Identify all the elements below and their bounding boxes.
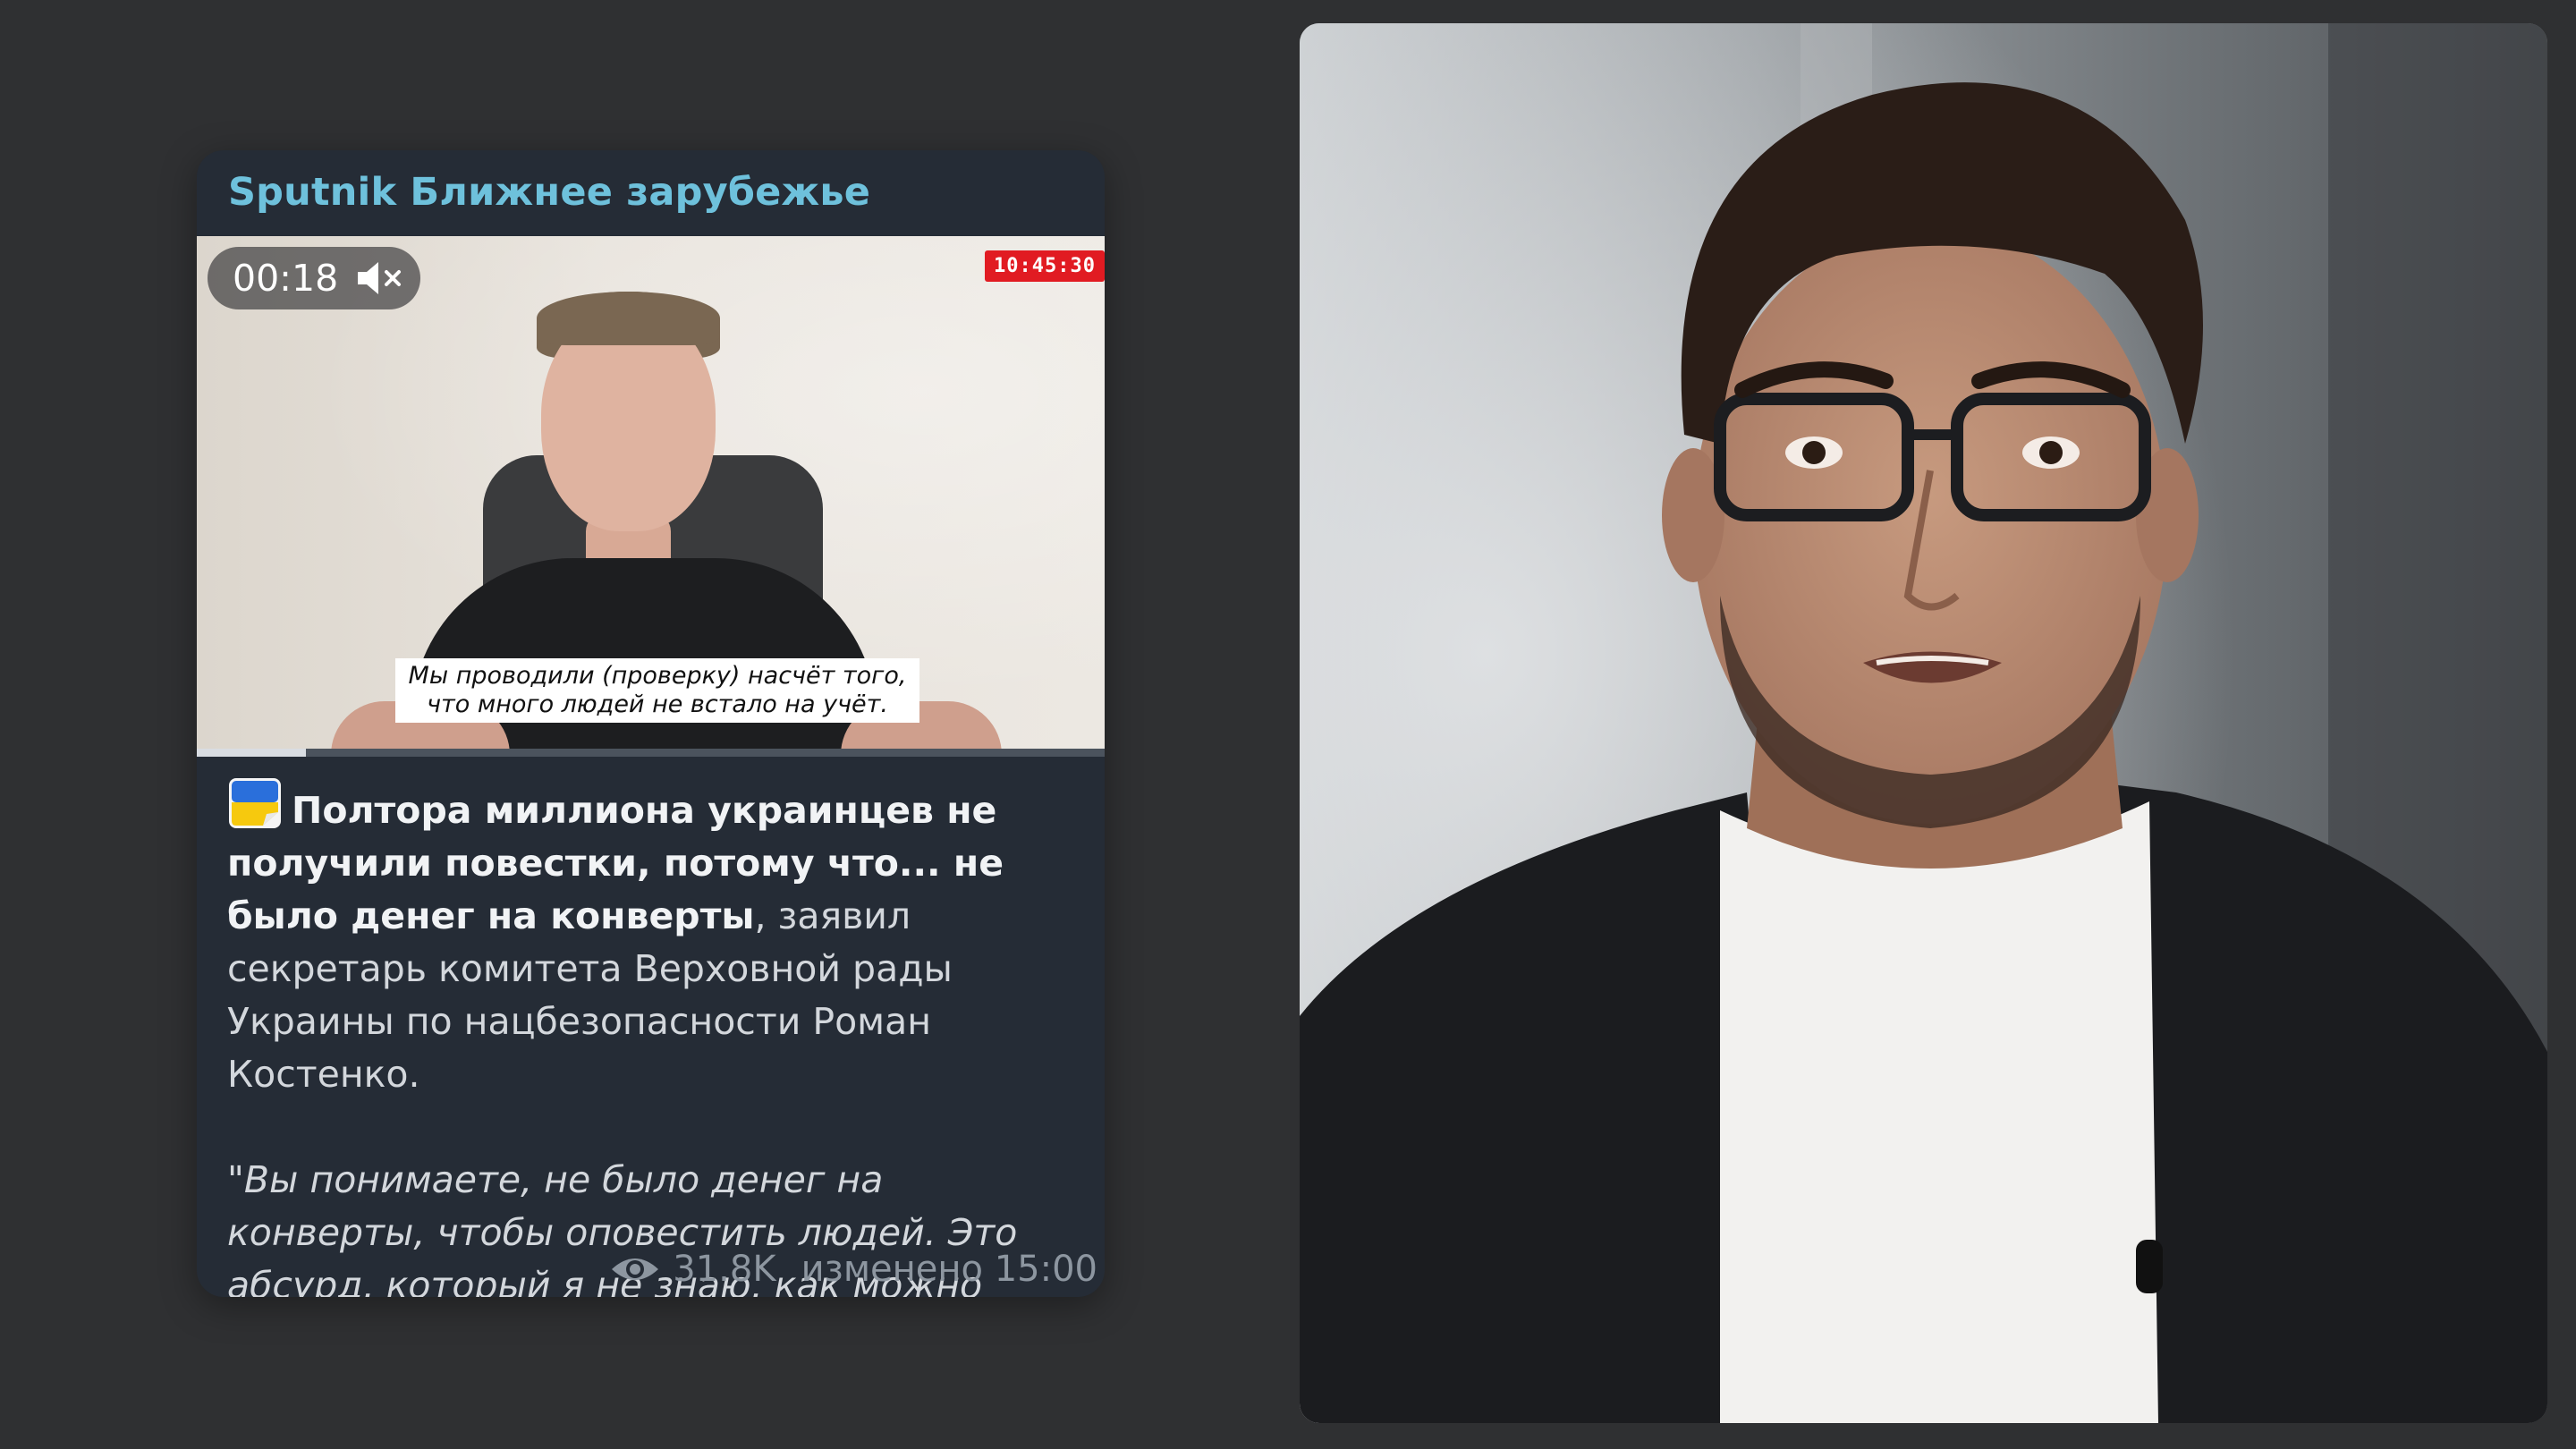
ukraine-flag-icon [229,778,281,828]
edited-time: изменено 15:00 [801,1249,1097,1290]
eye-icon [612,1258,659,1280]
presenter-video[interactable] [1300,23,2547,1423]
video-speaker-hairline [537,292,720,345]
video-progress-fill [197,749,306,757]
video-timer: 00:18 [233,257,339,300]
post-video[interactable]: 00:18 10:45:30 Мы проводили (проверку) н… [197,236,1105,755]
video-timer-pill[interactable]: 00:18 [208,247,420,309]
post-text: Полтора миллиона украинцев не получили п… [227,776,1077,1297]
presenter-video-frame [1300,23,2547,1423]
post-meta: 31.8K изменено 15:00 [610,1249,1097,1290]
post-paragraph: Полтора миллиона украинцев не получили п… [227,776,1077,1101]
presenter-shirt [1720,801,2158,1423]
video-progress-bar[interactable] [197,749,1105,757]
lapel-mic [2136,1240,2163,1293]
screen: Sputnik Ближнее зарубежье 00:18 10:45:30… [0,0,2576,1449]
live-time-badge: 10:45:30 [985,250,1105,282]
video-subtitle: Мы проводили (проверку) насчёт того, что… [395,658,919,723]
telegram-post: Sputnik Ближнее зарубежье 00:18 10:45:30… [197,150,1105,1297]
view-count: 31.8K [673,1249,776,1290]
speaker-muted-icon[interactable] [354,258,406,298]
channel-name[interactable]: Sputnik Ближнее зарубежье [228,170,870,215]
